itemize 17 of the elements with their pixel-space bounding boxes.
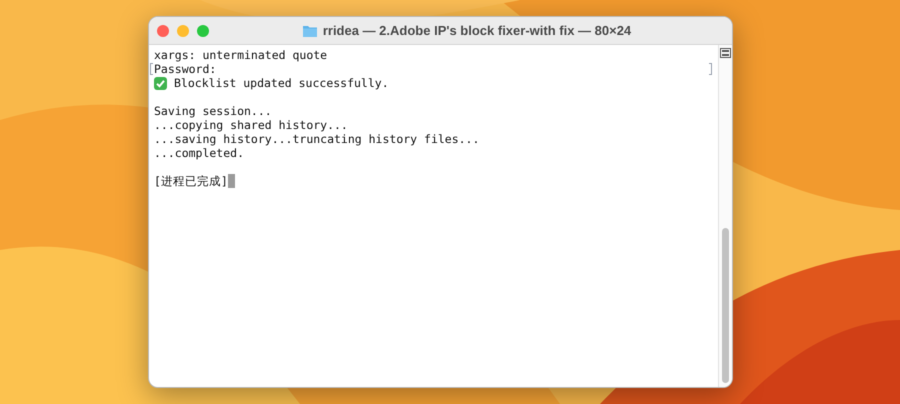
folder-icon [302,24,318,38]
minimize-button[interactable] [177,24,189,36]
terminal-line: [进程已完成] [154,174,228,188]
terminal-line: Saving session... [154,104,272,118]
terminal-line: ...copying shared history... [154,118,348,132]
close-button[interactable] [157,24,169,36]
terminal-line: ...completed. [154,146,244,160]
scroll-thumb[interactable] [722,228,729,383]
split-view-icon[interactable] [719,47,732,59]
zoom-button[interactable] [197,24,209,36]
terminal-line: xargs: unterminated quote [154,48,328,62]
terminal-line: Password: [154,62,216,76]
terminal-line: ...saving history...truncating history files... [154,132,480,146]
check-icon [154,76,167,90]
terminal-line: Blocklist updated successfully. [174,76,389,90]
mark-bracket-icon [709,63,712,75]
window-title: rridea — 2.Adobe IP's block fixer-with fix — 80×24 [322,22,632,40]
